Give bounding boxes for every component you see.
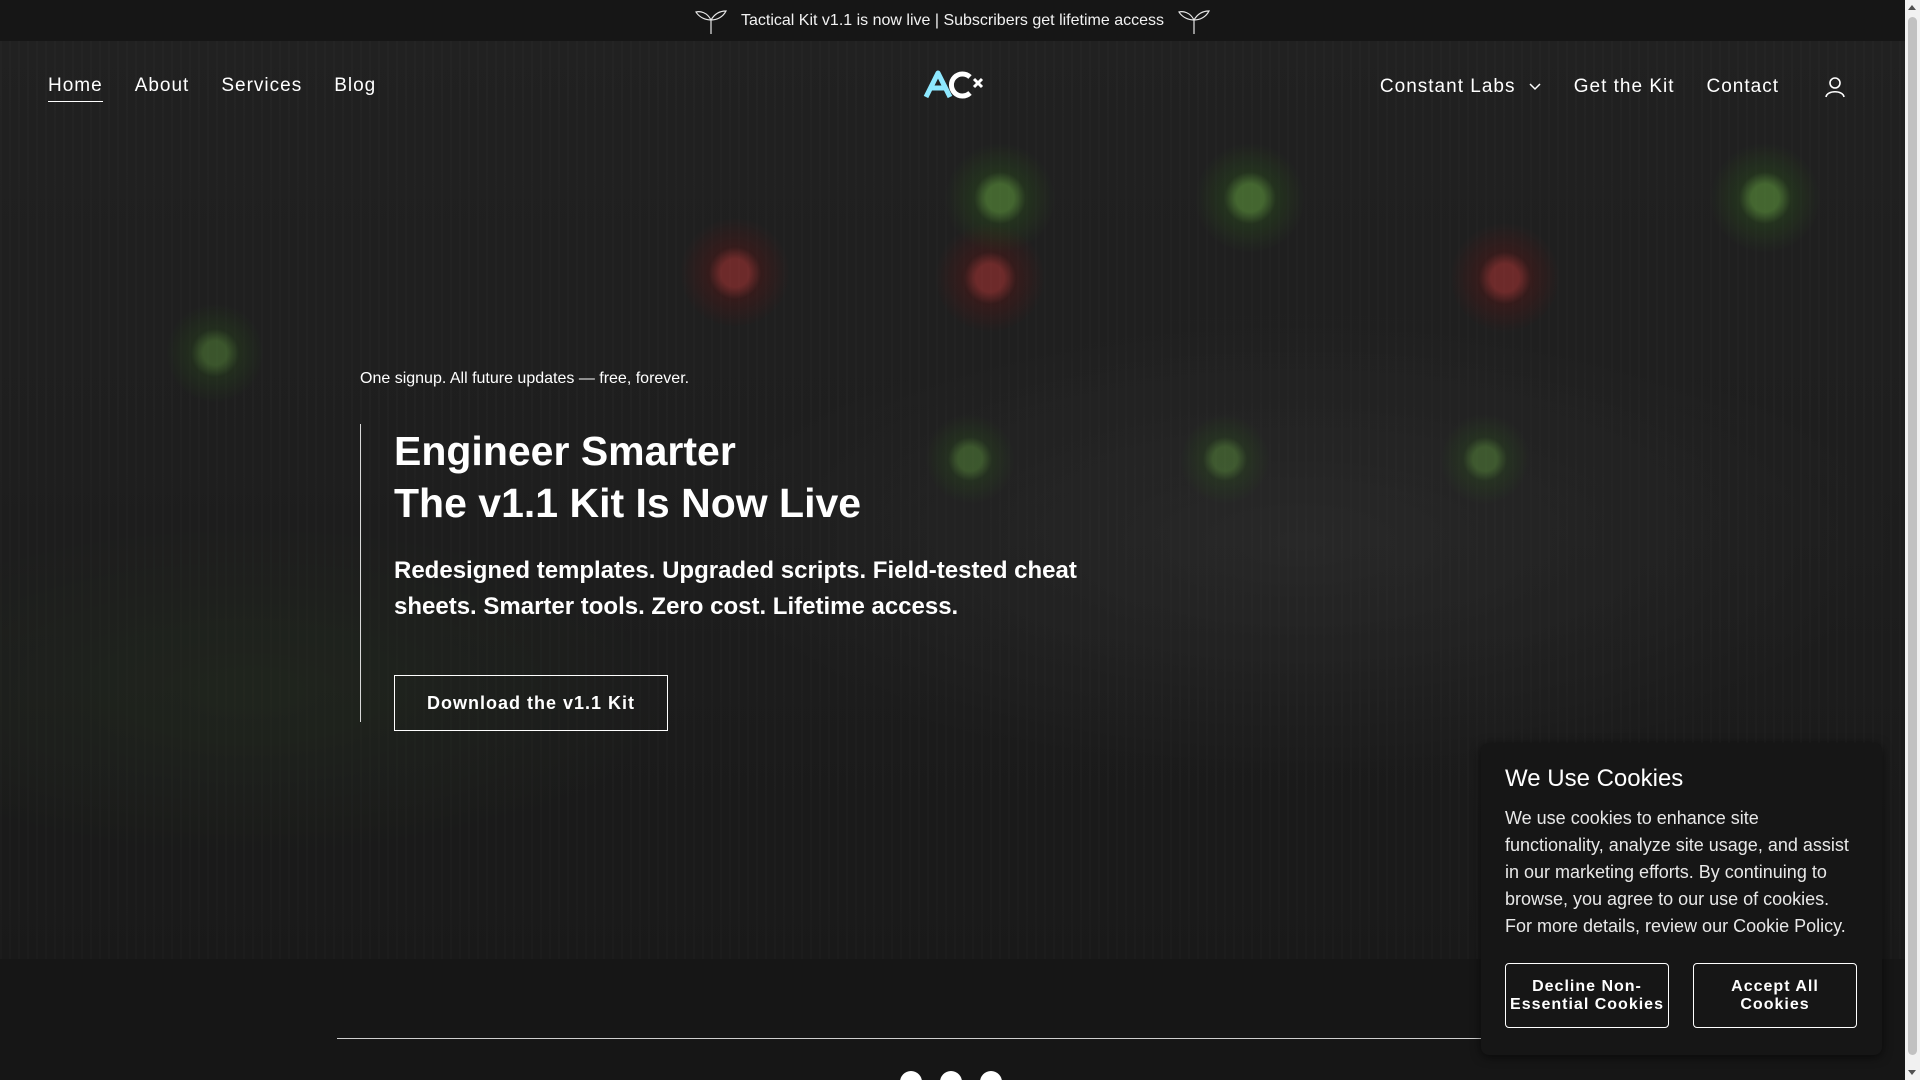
chevron-down-icon (1529, 83, 1541, 91)
sprout-icon (695, 9, 727, 34)
nav-item-get-the-kit[interactable]: Get the Kit (1574, 76, 1675, 98)
scrollbar-thumb[interactable] (1908, 17, 1917, 1055)
cookie-title: We Use Cookies (1505, 765, 1684, 792)
hero-subtitle: Redesigned templates. Upgraded scripts. … (394, 557, 1077, 620)
hero-title-line2: The v1.1 Kit Is Now Live (394, 480, 862, 526)
scroll-up-arrow-icon[interactable] (1908, 5, 1916, 10)
cookie-actions: Decline Non-Essential Cookies Accept All… (1505, 963, 1857, 1028)
nav-item-constant-labs[interactable]: Constant Labs (1380, 76, 1542, 98)
decline-cookies-button[interactable]: Decline Non-Essential Cookies (1505, 963, 1669, 1028)
hero-content: Engineer Smarter The v1.1 Kit Is Now Liv… (360, 424, 1120, 731)
main-navigation: Home About Services Blog Constant Labs G… (0, 41, 1905, 127)
nav-item-about[interactable]: About (135, 75, 190, 102)
hero-title: Engineer Smarter The v1.1 Kit Is Now Liv… (394, 425, 1120, 529)
announcement-bar: Tactical Kit v1.1 is now live | Subscrib… (0, 0, 1905, 41)
nav-item-constant-labs-label: Constant Labs (1379, 76, 1516, 97)
download-kit-button[interactable]: Download the v1.1 Kit (394, 675, 669, 731)
footer-divider (337, 1038, 1567, 1039)
hero-title-line1: Engineer Smarter (394, 428, 736, 474)
nav-right: Constant Labs Get the Kit Contact (1380, 75, 1847, 99)
nav-item-blog[interactable]: Blog (334, 75, 376, 102)
email-icon[interactable] (980, 1071, 1002, 1080)
ac-logo-icon[interactable] (922, 65, 986, 103)
social-links (900, 1071, 1002, 1080)
hero-tagline: One signup. All future updates — free, f… (360, 370, 690, 387)
accept-cookies-button[interactable]: Accept All Cookies (1693, 963, 1857, 1028)
page-scrollbar[interactable] (1905, 0, 1920, 1080)
nav-item-home[interactable]: Home (48, 75, 103, 102)
facebook-icon[interactable] (900, 1071, 922, 1080)
scroll-down-arrow-icon[interactable] (1908, 1070, 1916, 1075)
user-icon[interactable] (1823, 75, 1847, 99)
nav-item-services[interactable]: Services (221, 75, 302, 102)
cookie-banner: We Use Cookies We use cookies to enhance… (1481, 743, 1882, 1055)
nav-left: Home About Services Blog (48, 75, 376, 102)
linkedin-icon[interactable] (940, 1071, 962, 1080)
nav-item-contact[interactable]: Contact (1707, 76, 1779, 98)
cookie-body: We use cookies to enhance site functiona… (1505, 808, 1849, 936)
announcement-text: Tactical Kit v1.1 is now live | Subscrib… (741, 11, 1164, 29)
sprout-icon (1178, 9, 1210, 34)
